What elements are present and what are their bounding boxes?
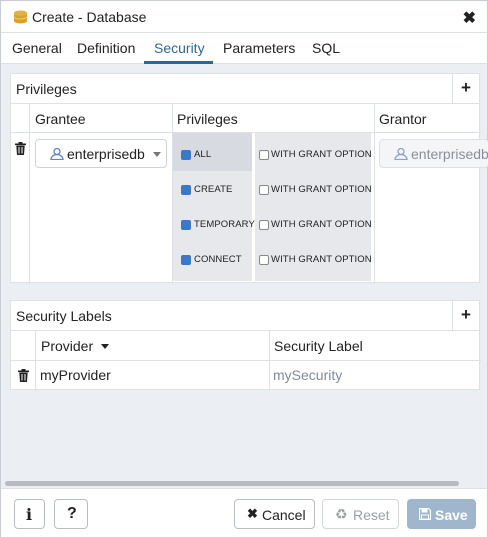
grantor-column-header: Grantor xyxy=(379,111,427,127)
grant-option-connect-checkbox[interactable] xyxy=(259,255,269,265)
grant-option-label: WITH GRANT OPTION xyxy=(271,219,372,230)
scrollbar-thumb[interactable] xyxy=(5,481,459,486)
tab-general[interactable]: General xyxy=(12,40,62,56)
grantor-select: enterprisedb xyxy=(379,139,488,168)
tab-security[interactable]: Security xyxy=(154,40,205,56)
security-labels-panel-header: Security Labels + xyxy=(11,301,479,331)
database-icon xyxy=(13,10,28,24)
sort-descending-icon xyxy=(101,344,110,349)
grant-option-label: WITH GRANT OPTION xyxy=(271,184,372,195)
privilege-create-checkbox[interactable] xyxy=(181,185,191,195)
grant-option-create-checkbox[interactable] xyxy=(259,185,269,195)
provider-cell[interactable]: myProvider xyxy=(40,367,111,383)
info-icon: i xyxy=(26,505,33,524)
add-privilege-button[interactable]: + xyxy=(452,74,479,103)
dialog-footer: i ? ✖ Cancel ♻ Reset Save xyxy=(1,488,487,537)
privileges-panel: Privileges + Grantee Privileges Grantor … xyxy=(10,73,488,284)
create-database-dialog: Create - Database ✖ General Definition S… xyxy=(0,0,488,537)
tab-sql[interactable]: SQL xyxy=(312,40,340,56)
grant-option-label: WITH GRANT OPTION xyxy=(271,254,372,265)
active-tab-indicator xyxy=(144,61,213,64)
delete-row-icon[interactable] xyxy=(15,142,26,155)
reset-button-label: Reset xyxy=(353,507,390,523)
save-button-label: Save xyxy=(435,507,468,523)
column-divider xyxy=(29,104,30,284)
privilege-temporary-label: TEMPORARY xyxy=(194,219,255,230)
title-bar: Create - Database ✖ xyxy=(1,1,487,33)
reset-button[interactable]: ♻ Reset xyxy=(322,499,399,529)
grantor-value: enterprisedb xyxy=(411,146,488,162)
tab-parameters[interactable]: Parameters xyxy=(223,40,295,56)
grantee-column-header: Grantee xyxy=(35,111,86,127)
column-divider xyxy=(35,331,36,391)
save-button[interactable]: Save xyxy=(407,499,476,529)
user-icon xyxy=(50,148,64,160)
save-icon xyxy=(419,508,431,520)
horizontal-scrollbar[interactable] xyxy=(1,479,487,488)
security-labels-panel-title: Security Labels xyxy=(16,308,112,324)
close-icon: ✖ xyxy=(247,506,258,521)
privilege-all-label: ALL xyxy=(194,149,212,160)
cancel-button-label: Cancel xyxy=(262,507,306,523)
delete-row-icon[interactable] xyxy=(18,369,29,382)
grantee-value: enterprisedb xyxy=(67,146,145,162)
help-button[interactable]: ? xyxy=(54,499,88,529)
recycle-icon: ♻ xyxy=(335,506,348,522)
user-icon xyxy=(394,148,408,160)
privileges-panel-title: Privileges xyxy=(16,81,77,97)
privilege-all-checkbox[interactable] xyxy=(181,150,191,160)
provider-column-header[interactable]: Provider xyxy=(41,338,110,354)
privilege-temporary-checkbox[interactable] xyxy=(181,220,191,230)
chevron-down-icon xyxy=(153,152,161,157)
tab-bar: General Definition Security Parameters S… xyxy=(1,33,487,64)
grant-option-temporary-checkbox[interactable] xyxy=(259,220,269,230)
dialog-title: Create - Database xyxy=(32,9,147,25)
cancel-button[interactable]: ✖ Cancel xyxy=(234,499,315,529)
grant-option-all-checkbox[interactable] xyxy=(259,150,269,160)
privileges-column-header: Privileges xyxy=(177,111,238,127)
close-icon[interactable]: ✖ xyxy=(463,8,476,28)
security-labels-header-divider xyxy=(11,360,481,361)
privilege-connect-label: CONNECT xyxy=(194,254,242,265)
column-divider xyxy=(374,104,375,284)
tab-definition[interactable]: Definition xyxy=(77,40,135,56)
privilege-connect-checkbox[interactable] xyxy=(181,255,191,265)
add-security-label-button[interactable]: + xyxy=(452,301,479,330)
grant-option-label: WITH GRANT OPTION xyxy=(271,149,372,160)
privilege-create-label: CREATE xyxy=(194,184,233,195)
security-label-cell[interactable]: mySecurity xyxy=(273,367,342,383)
security-label-column-header: Security Label xyxy=(274,338,363,354)
help-icon: ? xyxy=(67,505,77,522)
privileges-panel-header: Privileges + xyxy=(11,74,479,104)
column-divider xyxy=(269,331,270,391)
security-labels-panel: Security Labels + Provider Security Labe… xyxy=(10,300,481,391)
info-button[interactable]: i xyxy=(14,499,45,529)
grantee-select[interactable]: enterprisedb xyxy=(35,139,167,168)
